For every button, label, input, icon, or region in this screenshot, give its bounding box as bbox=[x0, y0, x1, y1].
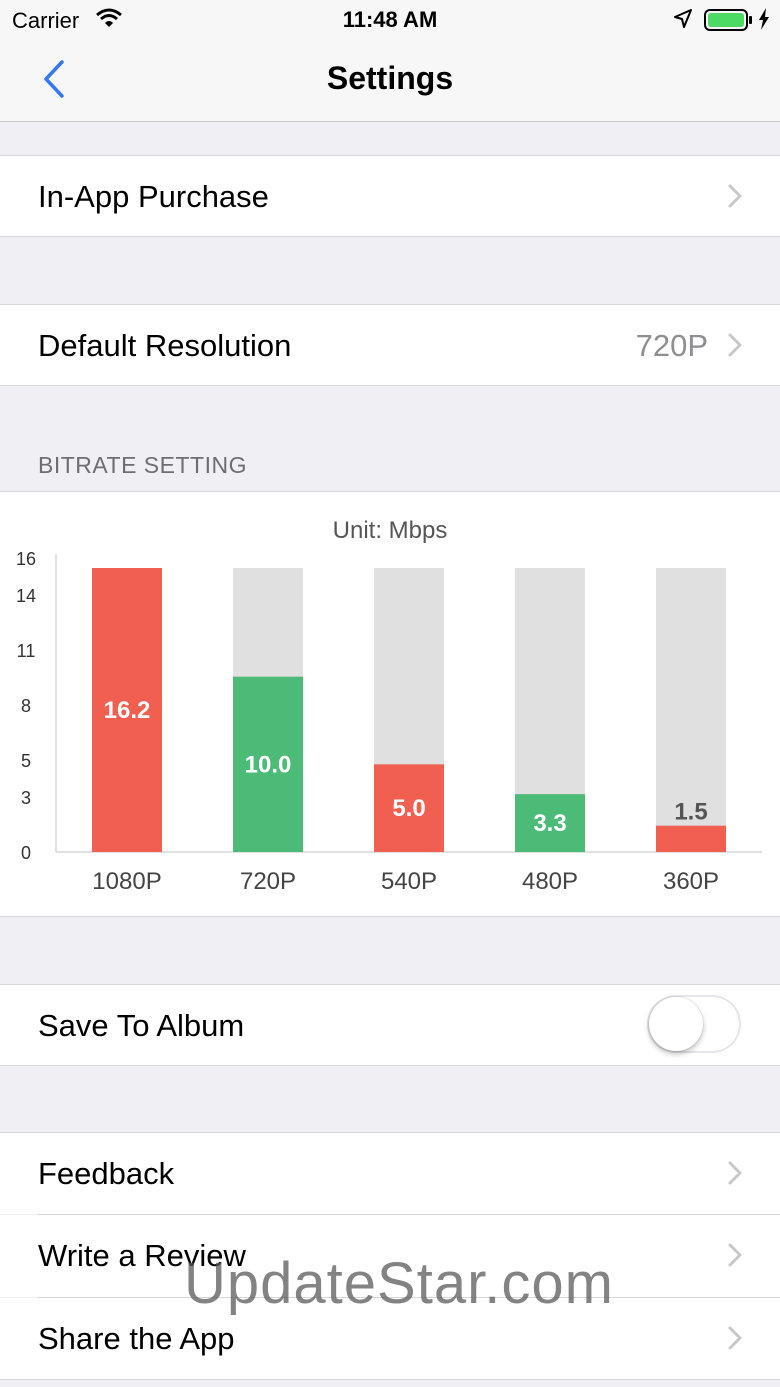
y-tick-label: 11 bbox=[17, 641, 36, 661]
feedback-row[interactable]: Feedback bbox=[0, 1132, 780, 1214]
bar-value-label: 1.5 bbox=[674, 799, 707, 826]
default-resolution-row[interactable]: Default Resolution 720P bbox=[0, 304, 780, 386]
default-resolution-label: Default Resolution bbox=[38, 328, 292, 363]
chevron-right-icon bbox=[728, 333, 742, 362]
chevron-right-icon bbox=[728, 1326, 742, 1355]
chart-unit-label: Unit: Mbps bbox=[333, 517, 448, 544]
page-title: Settings bbox=[326, 60, 454, 96]
save-to-album-toggle[interactable] bbox=[647, 995, 741, 1053]
bitrate-chart: Unit: Mbps 0 3 5 8 11 14 16 16.2 1080P 10.0 720P 5.0… bbox=[16, 517, 762, 895]
y-tick-label: 0 bbox=[21, 843, 31, 863]
x-tick-label: 720P bbox=[240, 868, 296, 895]
bitrate-section-header: BITRATE SETTING bbox=[38, 452, 247, 478]
chevron-right-icon bbox=[728, 184, 742, 213]
chevron-right-icon bbox=[728, 1161, 742, 1190]
x-tick-label: 1080P bbox=[92, 868, 161, 895]
share-app-label: Share the App bbox=[38, 1321, 235, 1356]
status-bar: Carrier 11:48 AM bbox=[0, 0, 780, 40]
watermark: UpdateStar.com bbox=[184, 1251, 614, 1316]
location-arrow-icon bbox=[674, 9, 692, 34]
bar-value-label: 3.3 bbox=[533, 810, 566, 837]
x-tick-label: 480P bbox=[522, 868, 578, 895]
y-tick-label: 5 bbox=[21, 751, 31, 771]
y-tick-label: 3 bbox=[21, 788, 31, 808]
x-tick-label: 360P bbox=[663, 868, 719, 895]
bar-value-label: 16.2 bbox=[104, 697, 151, 724]
feedback-label: Feedback bbox=[38, 1156, 175, 1191]
navigation-bar: Settings bbox=[0, 40, 780, 122]
y-tick-label: 14 bbox=[16, 586, 36, 606]
bar bbox=[656, 825, 726, 852]
in-app-purchase-row[interactable]: In-App Purchase bbox=[0, 155, 780, 237]
y-tick-label: 8 bbox=[21, 696, 31, 716]
toggle-knob bbox=[649, 997, 703, 1051]
bar-value-label: 10.0 bbox=[245, 751, 292, 778]
bitrate-chart-panel: Unit: Mbps 0 3 5 8 11 14 16 16.2 1080P 10.0 720P 5.0… bbox=[0, 491, 780, 917]
battery-icon bbox=[704, 9, 752, 36]
bar-value-label: 5.0 bbox=[392, 795, 425, 822]
in-app-purchase-label: In-App Purchase bbox=[38, 179, 269, 214]
y-tick-label: 16 bbox=[16, 549, 36, 569]
charging-bolt-icon bbox=[758, 8, 770, 35]
save-to-album-row: Save To Album bbox=[0, 984, 780, 1066]
default-resolution-value: 720P bbox=[635, 328, 708, 363]
save-to-album-label: Save To Album bbox=[38, 1008, 245, 1043]
clock: 11:48 AM bbox=[342, 7, 438, 32]
chevron-right-icon bbox=[728, 1243, 742, 1272]
x-tick-label: 540P bbox=[381, 868, 437, 895]
